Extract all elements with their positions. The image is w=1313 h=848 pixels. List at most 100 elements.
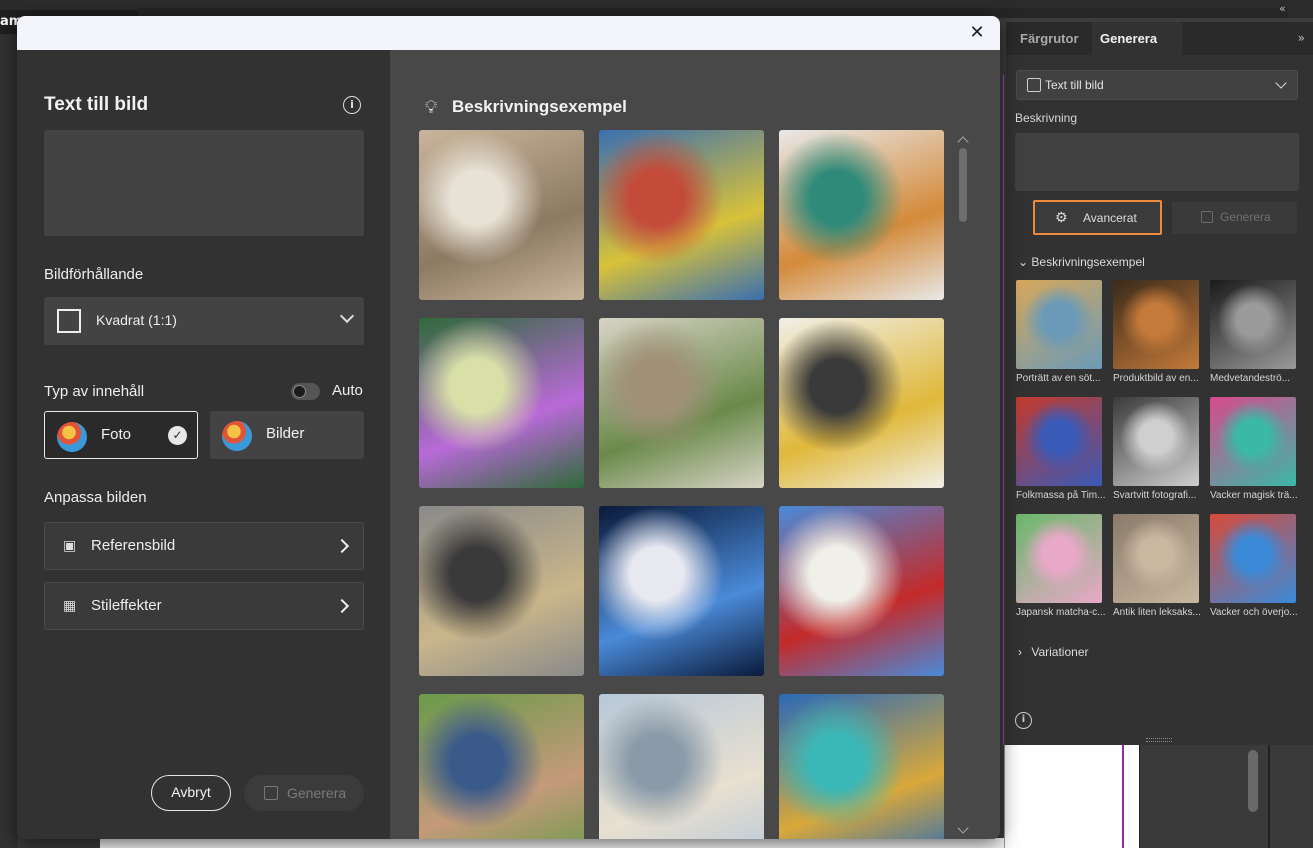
example-image-tile[interactable]: [599, 318, 764, 488]
document-page: [1004, 745, 1139, 848]
side-example-caption: Porträtt av en söt...: [1016, 373, 1101, 384]
examples-section-toggle[interactable]: ⌄ Beskrivningsexempel: [1018, 255, 1145, 269]
examples-section-label: Beskrivningsexempel: [1031, 255, 1145, 269]
content-type-art[interactable]: Bilder: [210, 411, 364, 459]
auto-label: Auto: [332, 382, 363, 399]
cancel-button[interactable]: Avbryt: [151, 775, 231, 811]
example-image-tile[interactable]: [419, 318, 584, 488]
dialog-title: Text till bild: [44, 94, 149, 115]
example-image-tile[interactable]: [419, 694, 584, 839]
chevron-down-icon: [339, 308, 355, 324]
aspect-ratio-select[interactable]: Kvadrat (1:1): [44, 297, 364, 345]
balloon-art-icon: [222, 421, 252, 451]
chevron-right-icon: [334, 598, 350, 614]
text-to-image-dialog: ✕ Text till bild i Bildförhållande Kvadr…: [17, 16, 1000, 839]
pasteboard: [1139, 745, 1313, 848]
side-example-thumbnail[interactable]: [1210, 514, 1296, 603]
gear-icon: ⚙: [1055, 210, 1068, 226]
chevron-down-icon: ⌄: [1018, 255, 1029, 269]
page-edge-line: [1003, 75, 1004, 745]
chevron-up-icon[interactable]: [957, 136, 969, 148]
example-image-tile[interactable]: [779, 694, 944, 839]
example-image-tile[interactable]: [599, 694, 764, 839]
tab-generera-label: Generera: [1100, 31, 1158, 46]
side-example-thumbnail[interactable]: [1016, 280, 1102, 369]
chevron-right-icon: ›: [1018, 645, 1022, 659]
content-type-art-label: Bilder: [266, 425, 305, 442]
example-image-tile[interactable]: [779, 506, 944, 676]
close-icon[interactable]: ✕: [966, 22, 988, 44]
customize-label: Anpassa bilden: [44, 489, 147, 506]
content-type-photo-label: Foto: [101, 426, 132, 443]
example-image-tile[interactable]: [419, 506, 584, 676]
reference-image-row[interactable]: ▣ Referensbild: [44, 522, 364, 570]
examples-grid: [419, 130, 949, 839]
content-type-photo[interactable]: Foto ✓: [44, 411, 198, 459]
side-example-thumbnail[interactable]: [1210, 397, 1296, 486]
side-example-caption: Vacker magisk trä...: [1210, 490, 1298, 501]
text-to-image-icon: [1027, 78, 1041, 92]
examples-pane: 💡︎ Beskrivningsexempel: [390, 50, 1000, 839]
side-example-caption: Japansk matcha-c...: [1016, 607, 1106, 618]
generate-button-label: Generera: [287, 785, 347, 801]
dialog-header: ✕: [17, 16, 1000, 50]
collapse-panels-icon[interactable]: «: [1279, 2, 1297, 16]
side-example-thumbnail[interactable]: [1016, 397, 1102, 486]
example-image-tile[interactable]: [419, 130, 584, 300]
tab-generera[interactable]: Generera: [1092, 22, 1182, 55]
advanced-button[interactable]: ⚙ Avancerat: [1033, 200, 1162, 235]
example-image-tile[interactable]: [779, 318, 944, 488]
panel-tabs: Färgrutor Generera »: [1006, 22, 1313, 55]
aspect-ratio-label: Bildförhållande: [44, 266, 144, 283]
image-icon: ▣: [63, 538, 77, 554]
content-type-label: Typ av innehåll: [44, 383, 145, 400]
side-example-caption: Antik liten leksaks...: [1113, 607, 1201, 618]
side-example-thumbnail[interactable]: [1210, 280, 1296, 369]
example-image-tile[interactable]: [599, 506, 764, 676]
tab-fargrutor[interactable]: Färgrutor: [1020, 22, 1098, 55]
generate-icon: [264, 786, 278, 800]
style-effects-label: Stileffekter: [91, 597, 162, 614]
panel-resize-handle[interactable]: [1146, 738, 1172, 742]
balloon-photo-icon: [57, 422, 87, 452]
mode-dropdown-value: Text till bild: [1045, 78, 1104, 92]
reference-image-label: Referensbild: [91, 537, 176, 554]
side-generate-button[interactable]: Generera: [1172, 202, 1297, 234]
tools-panel: [0, 34, 18, 848]
generate-icon: [1201, 211, 1213, 223]
settings-pane: Text till bild i Bildförhållande Kvadrat…: [17, 50, 390, 839]
auto-toggle[interactable]: [291, 383, 320, 400]
side-example-thumbnail[interactable]: [1113, 514, 1199, 603]
generate-button[interactable]: Generera: [244, 775, 364, 811]
style-effects-row[interactable]: ▦ Stileffekter: [44, 582, 364, 630]
canvas-scrollbar[interactable]: [1248, 750, 1258, 812]
side-example-caption: Folkmassa på Tim...: [1016, 490, 1106, 501]
mode-dropdown[interactable]: Text till bild: [1016, 70, 1298, 100]
examples-scrollbar[interactable]: [956, 136, 970, 838]
description-label: Beskrivning: [1015, 111, 1078, 125]
example-image-tile[interactable]: [599, 130, 764, 300]
lightbulb-icon: 💡︎: [424, 97, 438, 118]
prompt-input[interactable]: [44, 130, 364, 236]
side-example-thumbnail[interactable]: [1016, 514, 1102, 603]
description-input[interactable]: [1015, 133, 1299, 191]
checkmark-icon: ✓: [168, 426, 187, 445]
scroll-thumb[interactable]: [959, 148, 967, 222]
variations-label: Variationer: [1031, 645, 1089, 659]
side-example-caption: Vacker och överjo...: [1210, 607, 1298, 618]
info-icon[interactable]: i: [1015, 712, 1032, 729]
aspect-ratio-value: Kvadrat (1:1): [96, 312, 177, 328]
info-icon[interactable]: i: [343, 96, 361, 114]
chevron-down-icon[interactable]: [957, 822, 969, 834]
square-icon: [57, 309, 81, 333]
advanced-button-label: Avancerat: [1083, 211, 1137, 225]
chevron-down-icon: [1275, 77, 1287, 89]
example-image-tile[interactable]: [779, 130, 944, 300]
expand-panel-icon[interactable]: »: [1298, 31, 1305, 45]
side-example-thumbnail[interactable]: [1113, 397, 1199, 486]
side-example-caption: Medvetandeströ...: [1210, 373, 1291, 384]
panel-divider: [1268, 745, 1270, 848]
side-example-thumbnail[interactable]: [1113, 280, 1199, 369]
variations-section-toggle[interactable]: › Variationer: [1018, 645, 1088, 659]
page-margin-line: [1122, 745, 1124, 848]
